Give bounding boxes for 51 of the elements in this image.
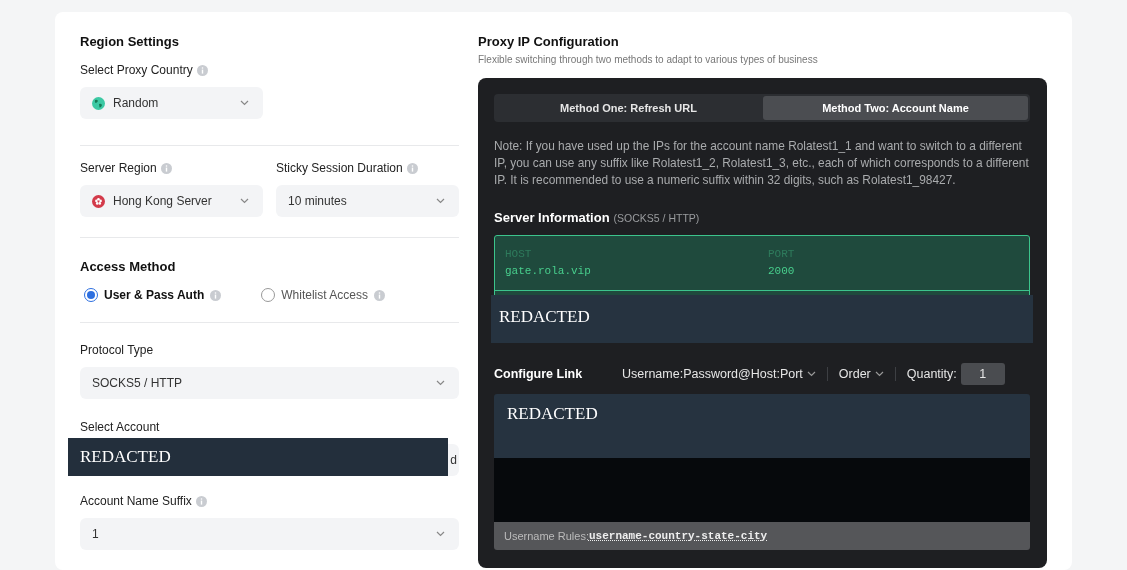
field-label: Server Region (80, 161, 157, 175)
quantity-label: Quantity: (906, 367, 957, 381)
field-label: Account Name Suffix (80, 494, 192, 508)
note-text: Note: If you have used up the IPs for the account name Rolatest1_1 and want to switch to a different IP, you can use any suffix like Rolatest1_2, Rolatest1_3, etc., each of which corresponds to a different IP. It is recommended to use a numeric suffix within 32 digits, such as Rolatest1_98427. (494, 138, 1030, 189)
redaction-bar: REDACTED (491, 295, 1033, 343)
rules-label: Username Rules: (504, 530, 589, 542)
quantity-field[interactable]: 1 (960, 363, 1005, 385)
chevron-down-icon (240, 100, 249, 106)
select-value: SOCKS5 / HTTP (92, 376, 184, 390)
field-label: Sticky Session Duration (276, 161, 403, 175)
section-title: Access Method (80, 259, 177, 274)
select-field[interactable]: 10 minutes (276, 185, 459, 217)
rules-value: username-country-state-city (589, 530, 768, 542)
redaction-bar: REDACTED (494, 394, 1030, 458)
tab[interactable]: Method Two: Account Name (763, 96, 1028, 120)
chevron-down-icon (436, 380, 445, 386)
section-subtitle: (SOCKS5 / HTTP) (613, 212, 700, 224)
field-label: Select Proxy Country (80, 63, 193, 77)
chevron-down-icon (806, 371, 816, 377)
chevron-down-icon (240, 198, 249, 204)
section-title: Configure Link (494, 367, 584, 381)
chevron-down-icon (436, 531, 445, 537)
tab[interactable]: Method One: Refresh URL (496, 96, 761, 120)
select-value: Random (113, 96, 160, 110)
redaction-bar: REDACTED (68, 438, 448, 476)
select-value: 1 (92, 527, 100, 541)
section-title: Region Settings (80, 34, 180, 49)
chevron-down-icon (874, 371, 884, 377)
radio-button[interactable] (84, 288, 98, 302)
dropdown-value: Order (838, 367, 871, 381)
column-value: gate.rola.vip (505, 265, 592, 277)
chevron-down-icon (436, 198, 445, 204)
select-field[interactable]: 1 (80, 518, 459, 550)
radio-button[interactable] (261, 288, 276, 302)
flower-flag-icon (92, 194, 105, 208)
select-field[interactable]: SOCKS5 / HTTP (80, 367, 459, 399)
section-title: Server Information (494, 210, 610, 225)
field-label: Select Account (80, 420, 160, 434)
input-field[interactable]: d (448, 444, 459, 476)
section-subtitle: Flexible switching through two methods to adapt to various types of business (478, 54, 819, 65)
column-value: 2000 (768, 265, 796, 277)
globe-icon (92, 96, 105, 110)
select-value: 10 minutes (288, 194, 348, 208)
select-value: Hong Kong Server (113, 194, 213, 208)
radio-label[interactable]: User & Pass Auth (104, 288, 205, 302)
select-field[interactable]: Random (80, 87, 263, 119)
radio-label[interactable]: Whitelist Access (281, 288, 368, 302)
field-label: Protocol Type (80, 343, 154, 357)
select-field[interactable]: Hong Kong Server (80, 185, 263, 217)
order-dropdown[interactable]: Order (838, 367, 884, 381)
section-title: Proxy IP Configuration (478, 34, 620, 49)
